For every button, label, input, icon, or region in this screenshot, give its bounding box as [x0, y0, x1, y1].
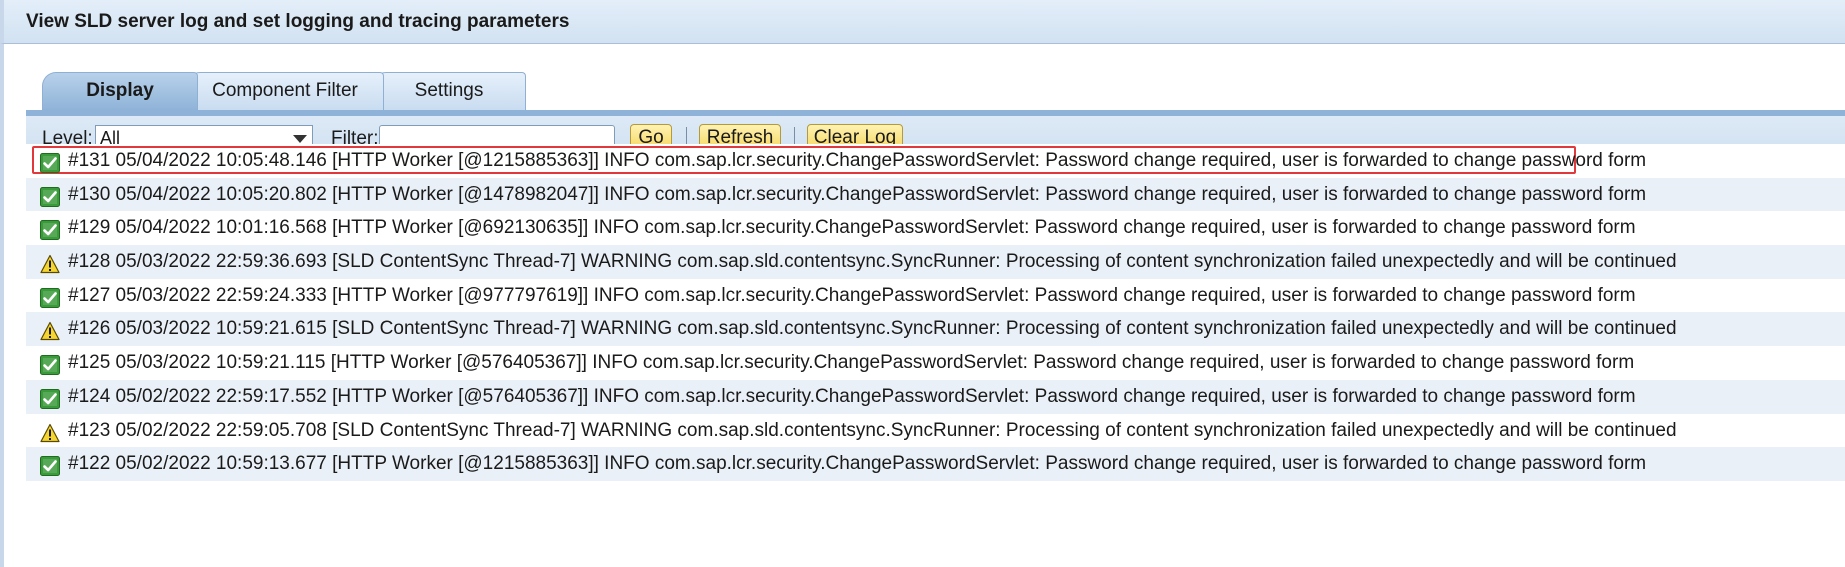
page-title: View SLD server log and set logging and …: [26, 11, 570, 32]
check-icon: [40, 185, 60, 207]
log-row[interactable]: #126 05/03/2022 10:59:21.615 [SLD Conten…: [26, 312, 1845, 347]
check-icon: [40, 353, 60, 376]
content-area: Settings Component Filter Display Level:…: [0, 44, 1845, 567]
log-row[interactable]: #131 05/04/2022 10:05:48.146 [HTTP Worke…: [26, 144, 1845, 178]
log-message: #124 05/02/2022 22:59:17.552 [HTTP Worke…: [68, 385, 1636, 407]
sld-log-page: View SLD server log and set logging and …: [0, 0, 1845, 567]
title-bar: View SLD server log and set logging and …: [0, 0, 1845, 44]
log-list: #131 05/04/2022 10:05:48.146 [HTTP Worke…: [26, 144, 1845, 481]
chevron-down-icon: [293, 135, 307, 143]
log-message: #122 05/02/2022 10:59:13.677 [HTTP Worke…: [68, 453, 1647, 475]
check-icon: [40, 286, 60, 308]
log-row[interactable]: #128 05/03/2022 22:59:36.693 [SLD Conten…: [26, 245, 1845, 279]
log-row[interactable]: #130 05/04/2022 10:05:20.802 [HTTP Worke…: [26, 177, 1845, 212]
check-icon: [40, 387, 60, 409]
log-row[interactable]: #127 05/03/2022 22:59:24.333 [HTTP Worke…: [26, 278, 1845, 313]
log-message: #123 05/02/2022 22:59:05.708 [SLD Conten…: [68, 419, 1677, 441]
log-message: #130 05/04/2022 10:05:20.802 [HTTP Worke…: [68, 183, 1647, 205]
check-icon: [40, 218, 60, 241]
tab-settings[interactable]: Settings: [372, 72, 526, 110]
log-row[interactable]: #124 05/02/2022 22:59:17.552 [HTTP Worke…: [26, 379, 1845, 414]
warning-icon: [40, 252, 60, 274]
log-message: #125 05/03/2022 10:59:21.115 [HTTP Worke…: [68, 352, 1635, 374]
warning-icon: [40, 421, 60, 442]
tab-component-filter[interactable]: Component Filter: [186, 72, 384, 110]
warning-icon: [40, 319, 60, 341]
log-row[interactable]: #129 05/04/2022 10:01:16.568 [HTTP Worke…: [26, 211, 1845, 246]
log-row[interactable]: #122 05/02/2022 10:59:13.677 [HTTP Worke…: [26, 447, 1845, 481]
log-row[interactable]: #125 05/03/2022 10:59:21.115 [HTTP Worke…: [26, 346, 1845, 380]
log-message: #128 05/03/2022 22:59:36.693 [SLD Conten…: [68, 251, 1677, 273]
log-message: #131 05/04/2022 10:05:48.146 [HTTP Worke…: [68, 150, 1647, 171]
check-icon: [40, 454, 60, 477]
check-icon: [40, 151, 60, 173]
log-message: #127 05/03/2022 22:59:24.333 [HTTP Worke…: [68, 284, 1636, 306]
tab-display[interactable]: Display: [42, 72, 198, 110]
log-row[interactable]: #123 05/02/2022 22:59:05.708 [SLD Conten…: [26, 413, 1845, 448]
log-message: #129 05/04/2022 10:01:16.568 [HTTP Worke…: [68, 217, 1636, 239]
log-message: #126 05/03/2022 10:59:21.615 [SLD Conten…: [68, 318, 1677, 340]
